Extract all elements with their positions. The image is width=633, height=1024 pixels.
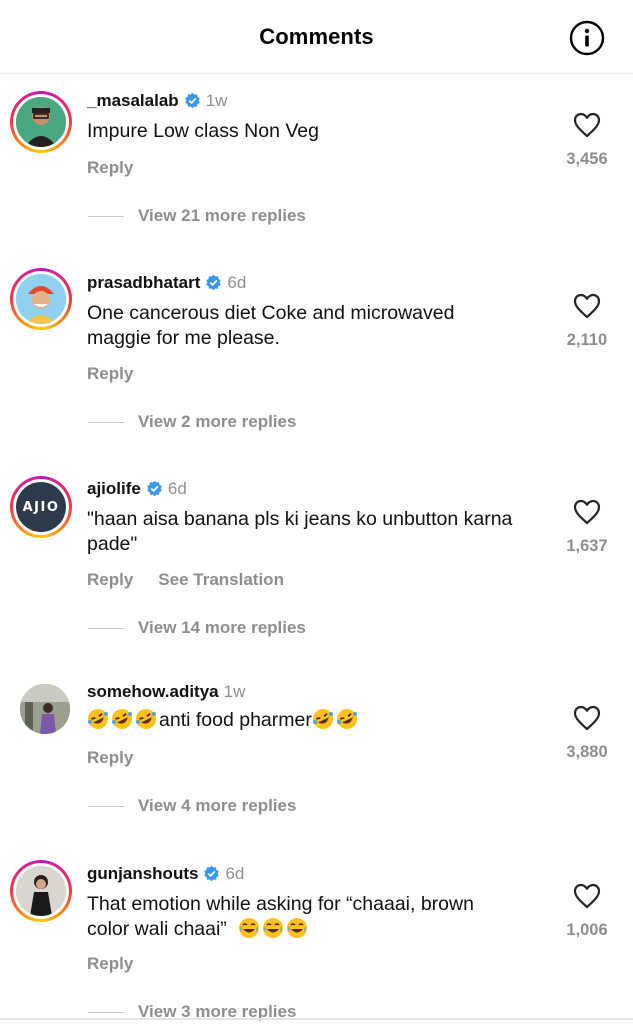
rofl-emoji-icon	[88, 709, 108, 729]
heart-icon[interactable]	[573, 112, 601, 138]
divider-line	[88, 422, 124, 424]
verified-badge-icon	[204, 865, 220, 882]
divider-line	[88, 1012, 124, 1014]
comment-text: That emotion while asking for “chaaai, b…	[87, 893, 474, 915]
like-count: 3,456	[566, 150, 608, 168]
bottom-divider	[0, 1018, 633, 1020]
tears-of-joy-emoji-icon	[263, 918, 284, 938]
heart-icon[interactable]	[573, 499, 601, 525]
comments-header: Comments	[0, 0, 633, 74]
avatar[interactable]	[20, 684, 70, 734]
timestamp: 6d	[227, 273, 247, 292]
reply-button[interactable]: Reply	[87, 570, 133, 589]
comment-text-continued: color wali chaai”	[87, 918, 227, 940]
comment-text: anti food pharmer	[159, 709, 312, 731]
username[interactable]: prasadbhatart	[87, 273, 200, 292]
username[interactable]: gunjanshouts	[87, 864, 198, 883]
info-icon[interactable]	[569, 20, 605, 56]
verified-badge-icon	[147, 480, 162, 497]
see-translation-button[interactable]: See Translation	[158, 570, 284, 589]
verified-badge-icon	[206, 274, 222, 291]
view-replies-button[interactable]: View 4 more replies	[88, 796, 296, 816]
divider-line	[88, 216, 124, 218]
timestamp: 6d	[225, 864, 245, 883]
comment-text: Impure Low class Non Veg	[87, 120, 319, 142]
reply-button[interactable]: Reply	[87, 748, 133, 767]
verified-badge-icon	[184, 92, 200, 109]
view-replies-button[interactable]: View 21 more replies	[88, 206, 306, 226]
heart-icon[interactable]	[573, 883, 601, 909]
avatar[interactable]: AJIO	[10, 476, 72, 538]
like-count: 1,006	[566, 921, 608, 939]
timestamp: 6d	[167, 479, 187, 498]
rofl-emoji-icon	[136, 709, 156, 729]
username[interactable]: _masalalab	[87, 91, 179, 110]
avatar[interactable]	[10, 91, 72, 153]
ajio-logo: AJIO	[22, 499, 60, 515]
avatar[interactable]	[10, 268, 72, 330]
reply-button[interactable]: Reply	[87, 954, 133, 973]
comment-text: One cancerous diet Coke and microwaved m…	[87, 302, 455, 349]
tears-of-joy-emoji-icon	[239, 918, 260, 938]
like-count: 3,880	[566, 743, 608, 761]
avatar[interactable]	[10, 860, 72, 922]
reply-button[interactable]: Reply	[87, 158, 133, 177]
reply-button[interactable]: Reply	[87, 364, 133, 383]
heart-icon[interactable]	[573, 293, 601, 319]
timestamp: 1w	[223, 682, 246, 701]
view-replies-button[interactable]: View 2 more replies	[88, 412, 296, 432]
timestamp: 1w	[205, 91, 228, 110]
view-replies-label: View 2 more replies	[138, 412, 297, 431]
view-replies-label: View 14 more replies	[138, 618, 306, 637]
divider-line	[88, 628, 124, 630]
username[interactable]: somehow.aditya	[87, 682, 219, 701]
view-replies-button[interactable]: View 14 more replies	[88, 618, 306, 638]
username[interactable]: ajiolife	[87, 479, 141, 498]
comment-text: "haan aisa banana pls ki jeans ko unbutt…	[87, 508, 513, 555]
page-title: Comments	[259, 24, 374, 49]
tears-of-joy-emoji-icon	[287, 918, 308, 938]
view-replies-label: View 4 more replies	[138, 796, 297, 815]
divider-line	[88, 806, 124, 808]
rofl-emoji-icon	[112, 709, 132, 729]
like-count: 1,637	[566, 537, 608, 555]
rofl-emoji-icon	[336, 709, 357, 729]
heart-icon[interactable]	[573, 705, 601, 731]
view-replies-label: View 21 more replies	[138, 206, 306, 225]
rofl-emoji-icon	[312, 709, 333, 729]
like-count: 2,110	[566, 331, 608, 349]
